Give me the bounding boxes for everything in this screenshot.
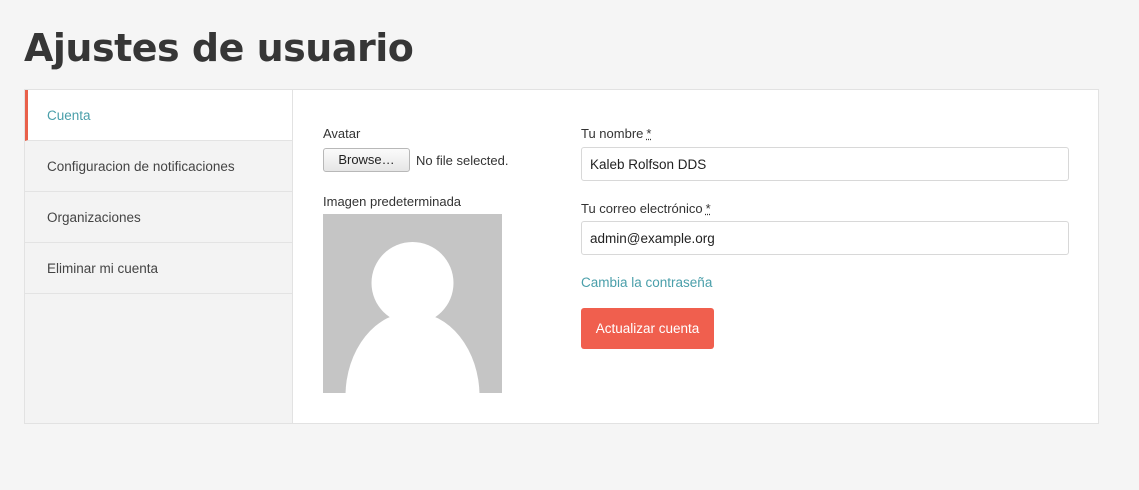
update-account-button[interactable]: Actualizar cuenta — [581, 308, 714, 349]
sidebar-item-label: Cuenta — [47, 107, 91, 123]
file-status-text: No file selected. — [416, 153, 509, 168]
sidebar-item-organizaciones[interactable]: Organizaciones — [25, 192, 292, 243]
sidebar-item-cuenta[interactable]: Cuenta — [25, 90, 292, 141]
email-field[interactable] — [581, 221, 1069, 255]
person-silhouette-icon — [345, 242, 480, 393]
sidebar-item-label: Organizaciones — [47, 209, 141, 225]
name-field[interactable] — [581, 147, 1069, 181]
settings-content: Avatar Browse… No file selected. Imagen … — [293, 90, 1098, 423]
required-marker: * — [705, 201, 711, 216]
page-title: Ajustes de usuario — [24, 26, 414, 70]
settings-panel: Cuenta Configuracion de notificaciones O… — [24, 89, 1099, 424]
sidebar-item-notificaciones[interactable]: Configuracion de notificaciones — [25, 141, 292, 192]
sidebar-item-label: Configuracion de notificaciones — [47, 158, 235, 174]
email-label: Tu correo electrónico * — [581, 201, 711, 216]
settings-sidebar: Cuenta Configuracion de notificaciones O… — [25, 90, 293, 423]
avatar-label: Avatar — [323, 126, 361, 141]
default-image-label: Imagen predeterminada — [323, 194, 462, 209]
change-password-link[interactable]: Cambia la contraseña — [581, 275, 712, 290]
email-label-text: Tu correo electrónico — [581, 201, 703, 216]
name-label: Tu nombre * — [581, 126, 651, 141]
browse-button[interactable]: Browse… — [323, 148, 410, 172]
sidebar-item-label: Eliminar mi cuenta — [47, 260, 159, 276]
sidebar-item-eliminar-cuenta[interactable]: Eliminar mi cuenta — [25, 243, 292, 294]
default-avatar-image — [323, 214, 502, 393]
name-label-text: Tu nombre — [581, 126, 644, 141]
required-marker: * — [646, 126, 652, 141]
